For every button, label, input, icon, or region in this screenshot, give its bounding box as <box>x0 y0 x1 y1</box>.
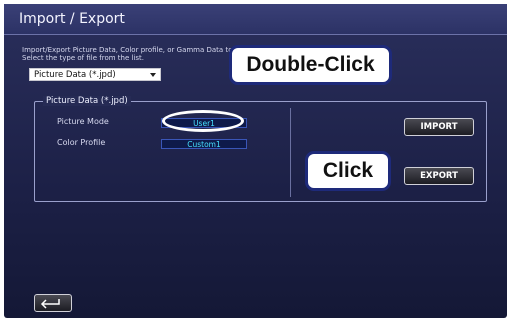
import-button[interactable]: IMPORT <box>404 118 474 136</box>
title-bar: Import / Export <box>4 4 507 35</box>
file-type-select-value: Picture Data (*.jpd) <box>34 70 116 80</box>
export-button[interactable]: EXPORT <box>404 167 474 185</box>
panel-divider <box>290 108 291 197</box>
color-profile-label: Color Profile <box>57 138 106 147</box>
color-profile-value[interactable]: Custom1 <box>161 139 247 149</box>
file-type-select[interactable]: Picture Data (*.jpd) <box>29 68 161 81</box>
panel-legend: Picture Data (*.jpd) <box>43 96 131 106</box>
highlight-ellipse <box>162 110 244 132</box>
chevron-down-icon <box>150 73 156 77</box>
page-title: Import / Export <box>19 11 125 27</box>
click-callout: Click <box>305 151 391 191</box>
picture-mode-label: Picture Mode <box>57 117 109 126</box>
double-click-callout: Double-Click <box>229 45 392 85</box>
back-button[interactable] <box>34 294 72 312</box>
picture-data-panel: Picture Data (*.jpd) Picture Mode User1 … <box>34 96 487 202</box>
return-arrow-icon <box>40 299 60 309</box>
import-export-screen: Import / Export Import/Export Picture Da… <box>4 4 507 318</box>
